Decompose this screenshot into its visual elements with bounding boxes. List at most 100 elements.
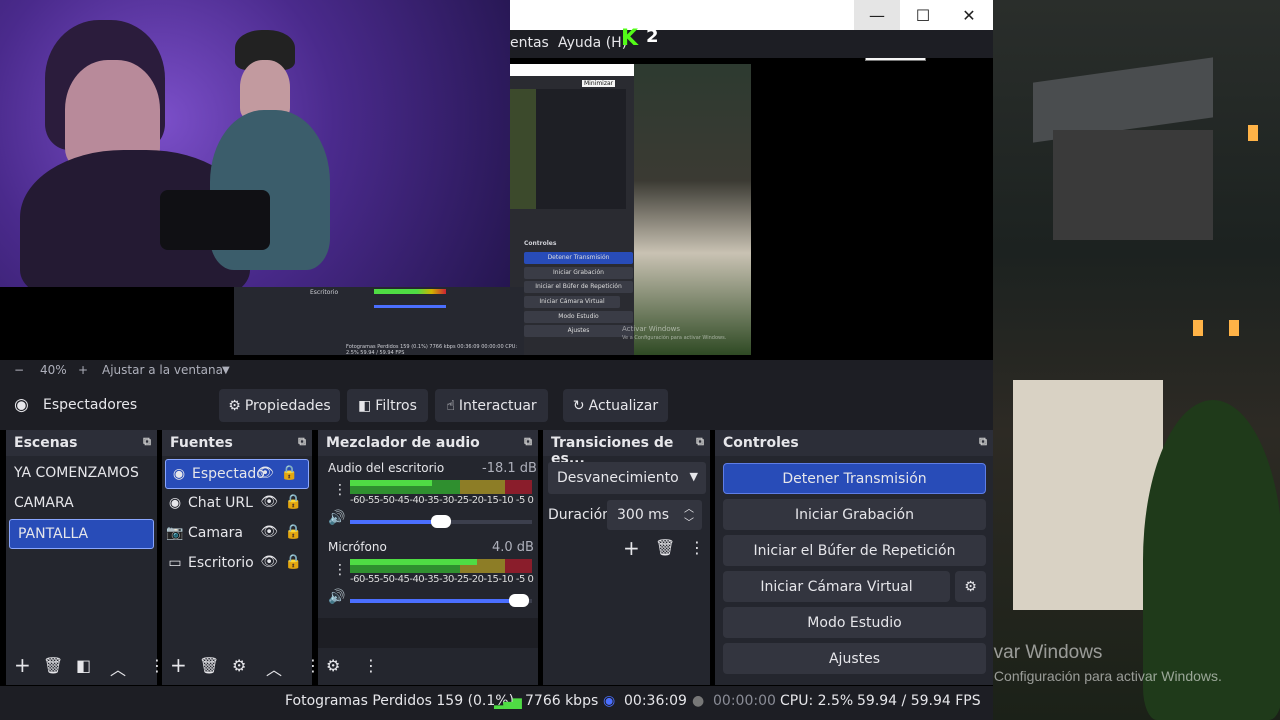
- volume-slider[interactable]: [350, 515, 532, 528]
- kick-logo-icon: K: [621, 26, 639, 51]
- scene-item[interactable]: CAMARA: [6, 489, 157, 519]
- more-icon[interactable]: ⋮: [333, 562, 347, 578]
- transitions-dock: Transiciones de es... ⧉ Desvanecimiento …: [543, 430, 710, 685]
- gear-icon[interactable]: ⚙: [232, 656, 246, 675]
- lock-icon[interactable]: 🔒: [285, 554, 302, 570]
- chevron-down-icon[interactable]: ﹀: [684, 514, 694, 529]
- stop-streaming-button[interactable]: Detener Transmisión: [723, 463, 986, 494]
- properties-button[interactable]: ⚙ Propiedades: [219, 389, 340, 422]
- cpu-usage: CPU: 2.5%: [780, 693, 854, 709]
- source-item[interactable]: 📷 Camara 👁 🔒: [162, 519, 312, 549]
- lock-icon[interactable]: 🔒: [281, 465, 298, 481]
- fit-to-window-option[interactable]: Ajustar a la ventana: [102, 363, 223, 377]
- lock-icon[interactable]: 🔒: [285, 494, 302, 510]
- fps-readout: 59.94 / 59.94 FPS: [857, 693, 981, 709]
- nested-titlebar: [510, 64, 634, 76]
- globe-icon: ◉: [172, 466, 186, 482]
- nested-slider: [374, 305, 446, 308]
- stream-timer: 00:36:09: [624, 693, 687, 709]
- menu-help[interactable]: Ayuda (H): [558, 35, 627, 51]
- start-recording-button[interactable]: Iniciar Grabación: [723, 499, 986, 530]
- zoom-in-button[interactable]: +: [78, 363, 88, 377]
- trash-icon[interactable]: 🗑: [199, 656, 219, 675]
- filters-button[interactable]: ◧ Filtros: [347, 389, 428, 422]
- lit-window: [1229, 320, 1239, 336]
- sources-footer: + 🗑 ⚙ ︿ ⋮: [162, 647, 321, 685]
- slider-handle[interactable]: [431, 515, 451, 528]
- eye-icon[interactable]: 👁: [260, 524, 278, 540]
- interact-button[interactable]: ☝ Interactuar: [435, 389, 548, 422]
- duration-label: Duración: [548, 507, 612, 523]
- signal-bars-icon: ▂▄▆: [494, 695, 522, 709]
- gear-icon: ⚙: [228, 397, 241, 414]
- undock-icon[interactable]: ⧉: [696, 435, 704, 449]
- volume-slider[interactable]: [350, 594, 532, 607]
- nested-btn-replay: Iniciar el Búfer de Repetición: [524, 281, 633, 293]
- hand-icon: ☝: [446, 397, 455, 414]
- minimize-button[interactable]: —: [854, 0, 900, 30]
- record-icon: ●: [692, 693, 705, 709]
- scene-item-active[interactable]: PANTALLA: [9, 519, 154, 549]
- source-toolbar: ◉ Espectadores ⚙ Propiedades ◧ Filtros ☝ In…: [0, 381, 993, 430]
- filter-icon[interactable]: ◧: [76, 656, 91, 675]
- refresh-button[interactable]: ↻ Actualizar: [563, 389, 668, 422]
- zoom-level: 40%: [40, 363, 67, 377]
- slider-handle[interactable]: [509, 594, 529, 607]
- globe-icon: ◉: [168, 495, 182, 511]
- move-up-icon[interactable]: ︿: [266, 656, 282, 680]
- meter-scale: -60-55-50-45-40-35-30-25-20-15-10 -5 0: [350, 495, 534, 506]
- add-icon[interactable]: +: [170, 653, 187, 677]
- nested-background-photo: [634, 64, 751, 355]
- bitrate: 7766 kbps: [525, 693, 599, 709]
- undock-icon[interactable]: ⧉: [979, 435, 987, 449]
- eye-icon[interactable]: 👁: [260, 554, 278, 570]
- add-icon[interactable]: +: [14, 653, 31, 677]
- speaker-icon[interactable]: 🔊: [328, 510, 345, 526]
- source-item[interactable]: ◉ Chat URL 👁 🔒: [162, 489, 312, 519]
- source-item[interactable]: ◉ Espectado 👁 🔒: [165, 459, 309, 489]
- menu-tools[interactable]: entas: [510, 35, 549, 51]
- chevron-up-icon[interactable]: ︿: [684, 500, 694, 515]
- trash-icon[interactable]: 🗑: [43, 656, 63, 675]
- globe-icon: ◉: [14, 395, 29, 415]
- controls-header: Controles ⧉: [715, 430, 993, 456]
- advanced-audio-icon[interactable]: ⚙: [326, 656, 340, 675]
- eye-icon[interactable]: 👁: [256, 465, 274, 481]
- chevron-down-icon[interactable]: ▼: [222, 365, 230, 376]
- more-icon[interactable]: ⋮: [689, 538, 705, 557]
- undock-icon[interactable]: ⧉: [298, 435, 306, 449]
- source-item[interactable]: ▭ Escritorio 👁 🔒: [162, 549, 312, 579]
- zoom-out-button[interactable]: −: [14, 363, 24, 377]
- duration-value: 300 ms: [617, 507, 670, 523]
- undock-icon[interactable]: ⧉: [143, 435, 151, 449]
- more-icon[interactable]: ⋮: [333, 482, 347, 498]
- start-replay-buffer-button[interactable]: Iniciar el Búfer de Repetición: [723, 535, 986, 566]
- start-virtual-camera-button[interactable]: Iniciar Cámara Virtual: [723, 571, 950, 602]
- settings-button[interactable]: Ajustes: [723, 643, 986, 674]
- add-icon[interactable]: +: [623, 536, 640, 560]
- studio-mode-button[interactable]: Modo Estudio: [723, 607, 986, 638]
- transition-select[interactable]: Desvanecimiento ▼: [548, 462, 706, 494]
- move-up-icon[interactable]: ︿: [110, 656, 126, 680]
- house: [1053, 130, 1213, 240]
- trash-icon[interactable]: 🗑: [655, 538, 675, 557]
- close-button[interactable]: ✕: [946, 0, 992, 30]
- more-icon[interactable]: ⋮: [363, 656, 379, 675]
- properties-label: Propiedades: [244, 397, 331, 414]
- maximize-button[interactable]: ☐: [900, 0, 946, 30]
- scenes-title: Escenas: [14, 435, 78, 451]
- gear-icon: ⚙: [964, 578, 977, 595]
- mixer-empty-area: [318, 618, 538, 648]
- mixer-header: Mezclador de audio ⧉: [318, 430, 538, 456]
- duration-input[interactable]: 300 ms ︿ ﹀: [607, 500, 702, 530]
- zoom-bar: − 40% + Ajustar a la ventana ▼: [0, 360, 993, 381]
- eye-icon[interactable]: 👁: [260, 494, 278, 510]
- source-label: Escritorio: [188, 555, 254, 571]
- speaker-icon[interactable]: 🔊: [328, 589, 345, 605]
- virtual-camera-settings-button[interactable]: ⚙: [955, 571, 986, 602]
- window-titlebar: — ☐ ✕: [510, 0, 993, 30]
- scene-item[interactable]: YA COMENZAMOS: [6, 459, 157, 489]
- undock-icon[interactable]: ⧉: [524, 435, 532, 449]
- house-facade: [1013, 380, 1163, 610]
- lock-icon[interactable]: 🔒: [285, 524, 302, 540]
